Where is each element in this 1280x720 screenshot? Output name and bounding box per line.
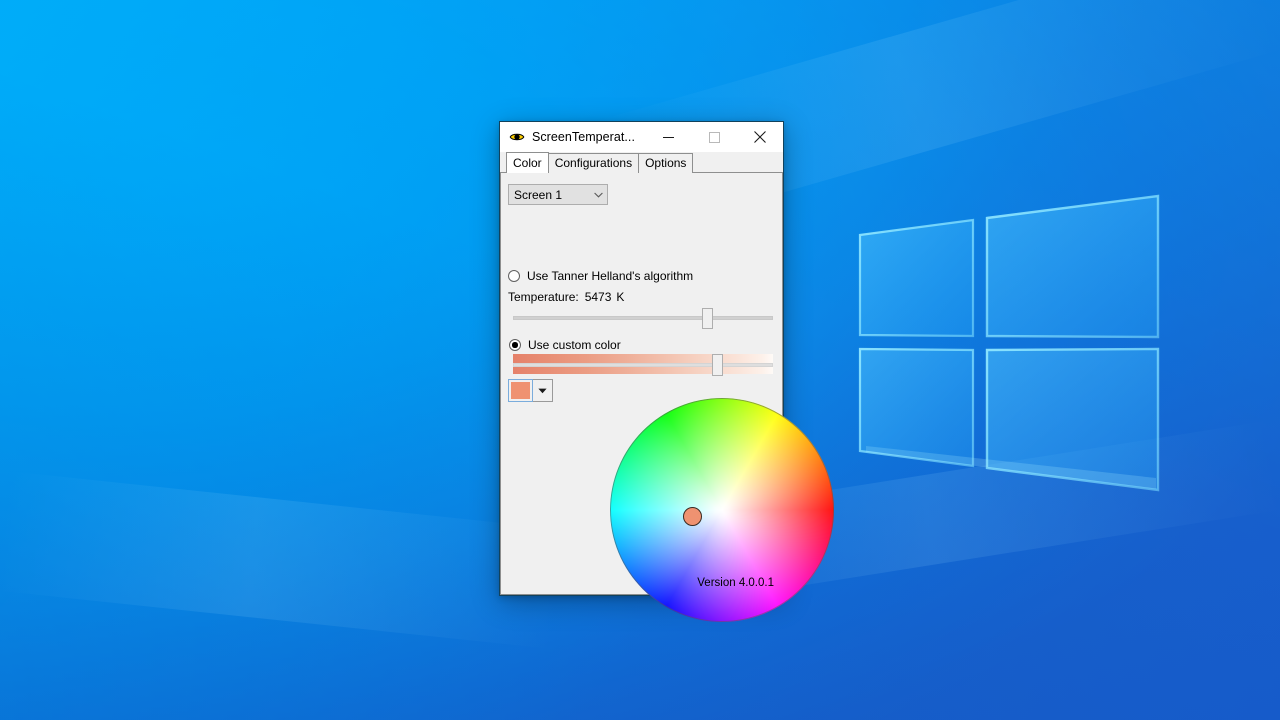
screen-select-value: Screen 1 [514,187,563,202]
tanner-helland-label: Use Tanner Helland's algorithm [527,269,694,283]
tanner-helland-radio-row[interactable]: Use Tanner Helland's algorithm [508,269,693,283]
temperature-slider-track[interactable] [513,316,773,320]
color-swatch-dropdown-button[interactable] [533,379,553,402]
chevron-down-icon [590,192,607,198]
temperature-unit: K [616,290,625,304]
tab-options[interactable]: Options [638,153,694,173]
color-swatch-group[interactable] [508,379,553,402]
eye-icon [509,133,525,141]
color-swatch-button[interactable] [508,379,533,402]
windows-logo-icon [838,178,1178,508]
temperature-label: Temperature: [508,290,579,304]
tanner-helland-radio[interactable] [508,270,520,282]
tab-color[interactable]: Color [506,152,549,173]
color-swatch-preview [511,382,530,399]
window-titlebar[interactable]: ScreenTemperat... [500,122,783,152]
maximize-button[interactable] [691,122,737,152]
close-icon [754,131,766,143]
temperature-value: 5473 [584,290,612,304]
tab-strip[interactable]: Color Configurations Options [500,152,783,173]
color-intensity-slider[interactable] [513,354,773,376]
temperature-slider-thumb[interactable] [702,308,714,329]
maximize-icon [708,131,720,143]
close-button[interactable] [737,122,783,152]
custom-color-label: Use custom color [528,338,621,352]
version-label: Version 4.0.0.1 [697,577,774,589]
color-intensity-slider-thumb[interactable] [712,354,724,376]
color-tab-panel: Screen 1 Use Tanner Helland's algorithm … [500,173,834,622]
color-intensity-slider-track[interactable] [513,363,773,367]
temperature-label-row: Temperature: 5473 K [508,290,624,304]
window-controls [645,122,783,152]
temperature-slider[interactable] [513,306,773,330]
desktop[interactable]: ScreenTemperat... Color Configurations O… [0,0,1280,720]
minimize-icon [662,136,674,138]
screen-temperature-window[interactable]: ScreenTemperat... Color Configurations O… [499,121,834,622]
minimize-button[interactable] [645,122,691,152]
tab-configurations[interactable]: Configurations [547,153,640,173]
custom-color-radio[interactable] [509,339,521,351]
chevron-down-icon [538,388,547,393]
screen-select[interactable]: Screen 1 [508,184,608,205]
custom-color-radio-row[interactable]: Use custom color [509,338,621,352]
window-title: ScreenTemperat... [532,130,635,144]
